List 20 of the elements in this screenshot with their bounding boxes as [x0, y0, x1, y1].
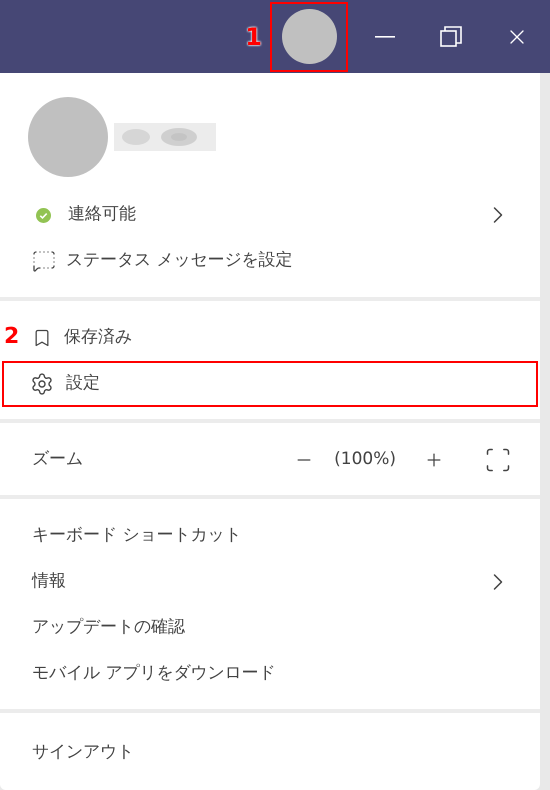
- menu-item[interactable]: 情報: [2, 559, 538, 605]
- available-status-icon: [36, 208, 51, 222]
- settings-icon: [30, 372, 54, 396]
- minimize-icon: [375, 36, 395, 38]
- menu-item[interactable]: サインアウト: [2, 730, 538, 776]
- status-item[interactable]: 連絡可能: [0, 192, 540, 238]
- restore-icon: [440, 26, 462, 48]
- zoom-level: (100%): [334, 448, 396, 472]
- edit-message-icon: [32, 249, 56, 273]
- step-number: 2: [4, 326, 20, 348]
- menu-item[interactable]: ズーム (100%): [2, 437, 538, 483]
- status-message-item[interactable]: ステータス メッセージを設定: [0, 238, 540, 284]
- menu-item[interactable]: アップデートの確認: [2, 605, 538, 651]
- fullscreen-icon[interactable]: [484, 446, 512, 474]
- menu-item[interactable]: 保存済み: [24, 315, 538, 361]
- step-number: 1: [245, 22, 262, 52]
- menu-item[interactable]: キーボード ショートカット: [2, 513, 538, 559]
- avatar-button[interactable]: [270, 2, 348, 72]
- menu-item[interactable]: モバイル アプリをダウンロード: [2, 651, 538, 697]
- menu-item[interactable]: 設定: [2, 361, 538, 407]
